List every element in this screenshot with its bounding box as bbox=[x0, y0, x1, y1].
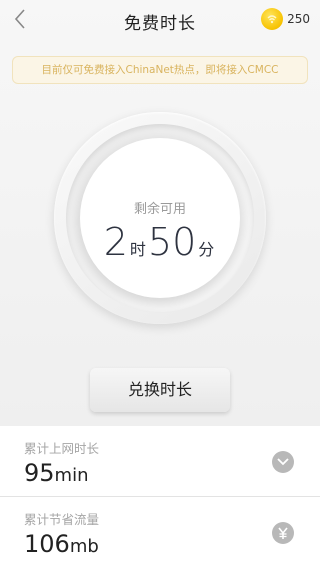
minutes-unit: 分 bbox=[198, 240, 215, 259]
stat-row-saved-data[interactable]: 累计节省流量 106mb bbox=[0, 497, 320, 568]
remaining-label: 剩余可用 bbox=[133, 202, 186, 217]
remaining-time-dial: 剩余可用 2 时50 分 bbox=[54, 112, 266, 324]
redeem-time-button[interactable]: 兑换时长 bbox=[90, 368, 230, 412]
dial-face: 剩余可用 2 时50 分 bbox=[80, 138, 240, 298]
stat-unit: min bbox=[54, 465, 89, 486]
nav-bar: 免费时长 250 bbox=[0, 0, 320, 40]
stats-list: 累计上网时长 95min 累计节省流量 106mb bbox=[0, 426, 320, 568]
stat-value: 106mb bbox=[24, 530, 99, 558]
stat-value: 95min bbox=[24, 459, 89, 487]
stat-number: 95 bbox=[24, 459, 55, 487]
stat-label: 累计上网时长 bbox=[24, 441, 100, 456]
hours-unit: 时 bbox=[129, 240, 146, 259]
stat-unit: mb bbox=[69, 536, 99, 557]
stat-number: 106 bbox=[24, 530, 70, 558]
stat-row-online-time[interactable]: 累计上网时长 95min bbox=[0, 426, 320, 497]
stat-label: 累计节省流量 bbox=[24, 512, 100, 527]
coin-icon bbox=[261, 8, 284, 30]
remaining-hours: 2 bbox=[103, 220, 128, 264]
remaining-time: 2 时50 分 bbox=[80, 220, 240, 264]
notice-banner: 目前仅可免费接入ChinaNet热点，即将接入CMCC bbox=[12, 56, 308, 84]
dial-ring: 剩余可用 2 时50 分 bbox=[66, 124, 254, 312]
remaining-minutes: 50 bbox=[147, 220, 197, 264]
coin-balance[interactable]: 250 bbox=[261, 8, 310, 30]
clock-chevron-icon bbox=[272, 451, 294, 473]
yen-icon bbox=[272, 522, 294, 544]
coin-count: 250 bbox=[287, 12, 310, 26]
